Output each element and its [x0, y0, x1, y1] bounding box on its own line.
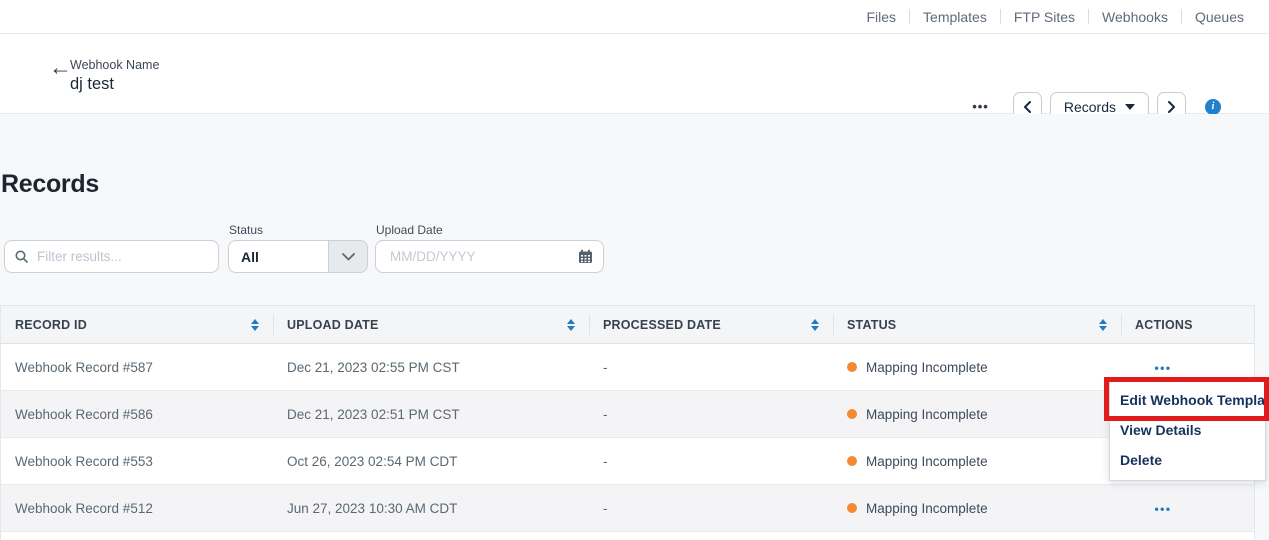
sort-icon[interactable] [811, 319, 819, 331]
processed-date-cell: - [589, 407, 833, 422]
column-header-processed-date[interactable]: PROCESSED DATE [589, 306, 833, 343]
status-cell: Mapping Incomplete [833, 407, 1121, 422]
records-selector-label: Records [1064, 99, 1116, 115]
upload-date-cell: Dec 21, 2023 02:55 PM CST [273, 360, 589, 375]
top-navigation: FilesTemplatesFTP SitesWebhooksQueues [853, 0, 1257, 33]
upload-date-cell: Oct 26, 2023 02:54 PM CDT [273, 454, 589, 469]
actions-cell: ••• [1121, 360, 1254, 375]
chevron-down-icon [1125, 104, 1135, 110]
column-label: UPLOAD DATE [287, 318, 379, 332]
calendar-icon[interactable] [578, 249, 593, 264]
record-id-cell: Webhook Record #586 [1, 407, 273, 422]
content-area: Records Status Upload Date All [0, 114, 1269, 540]
page-title: Records [1, 170, 99, 199]
more-options-button[interactable]: ••• [972, 99, 989, 114]
record-id-cell: Webhook Record #512 [1, 501, 273, 516]
upload-date-filter-label: Upload Date [376, 223, 443, 237]
topnav-item-webhooks[interactable]: Webhooks [1089, 9, 1181, 25]
top-bar: FilesTemplatesFTP SitesWebhooksQueues [0, 0, 1269, 34]
column-header-status[interactable]: STATUS [833, 306, 1121, 343]
sort-icon[interactable] [251, 319, 259, 331]
status-dot-icon [847, 362, 857, 372]
row-actions-ellipsis-button[interactable]: ••• [1134, 361, 1192, 375]
row-actions-menu: Edit Webhook TemplateView DetailsDelete [1109, 379, 1266, 481]
column-label: ACTIONS [1135, 318, 1193, 332]
table-row-partial [1, 532, 1254, 540]
status-select-value: All [229, 249, 328, 265]
chevron-right-icon [1167, 101, 1176, 113]
status-dot-icon [847, 503, 857, 513]
column-header-actions: ACTIONS [1121, 306, 1254, 343]
table-body: Webhook Record #587 Dec 21, 2023 02:55 P… [1, 344, 1254, 532]
actions-cell: ••• [1121, 501, 1254, 516]
column-label: PROCESSED DATE [603, 318, 721, 332]
column-label: RECORD ID [15, 318, 87, 332]
records-table: RECORD ID UPLOAD DATE PROCESSED DATE STATUS… [0, 305, 1255, 540]
record-id-cell: Webhook Record #553 [1, 454, 273, 469]
sort-desc-arrow [567, 326, 575, 331]
status-filter-label: Status [229, 223, 263, 237]
status-dot-icon [847, 456, 857, 466]
chevron-left-icon [1023, 101, 1032, 113]
menu-item-delete[interactable]: Delete [1110, 445, 1265, 475]
column-header-record-id[interactable]: RECORD ID [1, 306, 273, 343]
webhook-name-value: dj test [70, 75, 159, 94]
topnav-item-ftp-sites[interactable]: FTP Sites [1001, 9, 1088, 25]
sort-desc-arrow [811, 326, 819, 331]
chevron-down-icon [342, 253, 355, 261]
search-input[interactable] [35, 248, 218, 265]
menu-item-view-details[interactable]: View Details [1110, 415, 1265, 445]
upload-date-picker [375, 240, 604, 273]
sort-asc-arrow [251, 319, 259, 324]
status-text: Mapping Incomplete [866, 360, 988, 375]
upload-date-input[interactable] [388, 248, 578, 265]
info-icon[interactable]: i [1205, 99, 1221, 115]
table-row[interactable]: Webhook Record #586 Dec 21, 2023 02:51 P… [1, 391, 1254, 438]
status-text: Mapping Incomplete [866, 454, 988, 469]
topnav-item-queues[interactable]: Queues [1182, 9, 1257, 25]
title-block: Webhook Name dj test [70, 58, 159, 94]
sort-asc-arrow [567, 319, 575, 324]
status-dot-icon [847, 409, 857, 419]
upload-date-cell: Dec 21, 2023 02:51 PM CST [273, 407, 589, 422]
topnav-item-files[interactable]: Files [853, 9, 909, 25]
sort-icon[interactable] [567, 319, 575, 331]
sort-desc-arrow [251, 326, 259, 331]
row-actions-ellipsis-button[interactable]: ••• [1134, 502, 1192, 516]
status-text: Mapping Incomplete [866, 407, 988, 422]
webhook-name-label: Webhook Name [70, 58, 159, 72]
sort-asc-arrow [1099, 319, 1107, 324]
upload-date-cell: Jun 27, 2023 10:30 AM CDT [273, 501, 589, 516]
table-row[interactable]: Webhook Record #587 Dec 21, 2023 02:55 P… [1, 344, 1254, 391]
status-select-caret[interactable] [328, 241, 367, 272]
back-arrow-icon[interactable]: ← [49, 56, 72, 79]
processed-date-cell: - [589, 360, 833, 375]
status-cell: Mapping Incomplete [833, 501, 1121, 516]
sort-desc-arrow [1099, 326, 1107, 331]
sort-asc-arrow [811, 319, 819, 324]
search-icon [15, 250, 28, 263]
status-cell: Mapping Incomplete [833, 360, 1121, 375]
table-row[interactable]: Webhook Record #553 Oct 26, 2023 02:54 P… [1, 438, 1254, 485]
processed-date-cell: - [589, 454, 833, 469]
app-header: ← Webhook Name dj test ••• Records i [0, 34, 1269, 114]
topnav-item-templates[interactable]: Templates [910, 9, 1000, 25]
processed-date-cell: - [589, 501, 833, 516]
table-row[interactable]: Webhook Record #512 Jun 27, 2023 10:30 A… [1, 485, 1254, 532]
filter-search-box [4, 240, 219, 273]
status-cell: Mapping Incomplete [833, 454, 1121, 469]
column-header-upload-date[interactable]: UPLOAD DATE [273, 306, 589, 343]
column-label: STATUS [847, 318, 896, 332]
sort-icon[interactable] [1099, 319, 1107, 331]
record-id-cell: Webhook Record #587 [1, 360, 273, 375]
menu-item-edit-webhook-template[interactable]: Edit Webhook Template [1110, 385, 1265, 415]
table-header-row: RECORD ID UPLOAD DATE PROCESSED DATE STATUS… [1, 306, 1254, 344]
status-text: Mapping Incomplete [866, 501, 988, 516]
status-select[interactable]: All [228, 240, 368, 273]
